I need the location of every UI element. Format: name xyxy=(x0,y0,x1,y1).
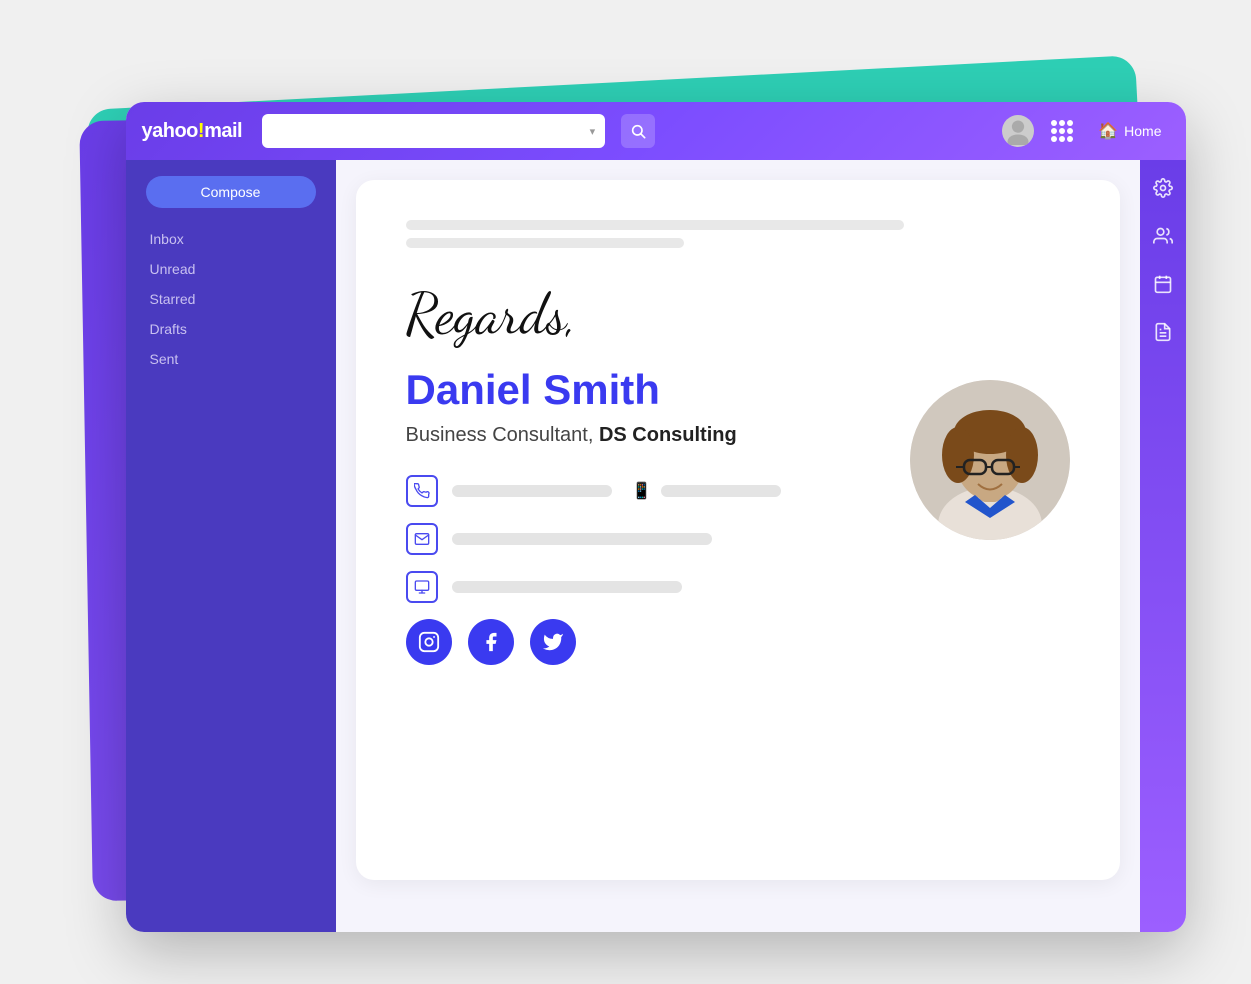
avatar[interactable] xyxy=(1002,115,1034,147)
loading-bar-1 xyxy=(406,220,904,230)
contact-website-row xyxy=(406,571,1070,603)
calendar-icon[interactable] xyxy=(1149,270,1177,298)
contacts-icon[interactable] xyxy=(1149,222,1177,250)
sidebar-item-drafts[interactable]: Drafts xyxy=(126,314,336,344)
header: yahoo!mail ▾ xyxy=(126,102,1186,160)
sidebar-item-starred[interactable]: Starred xyxy=(126,284,336,314)
sidebar: Compose Inbox Unread Starred Drafts Sent xyxy=(126,160,336,932)
sig-avatar xyxy=(910,380,1070,540)
sig-title-text: Business Consultant, xyxy=(406,424,599,446)
website-placeholder xyxy=(452,581,682,593)
right-toolbar xyxy=(1140,160,1186,932)
home-icon: 🏠 xyxy=(1098,121,1118,141)
home-label: Home xyxy=(1124,123,1161,139)
mobile-icon: 📱 xyxy=(632,481,652,501)
home-button[interactable]: 🏠 Home xyxy=(1090,117,1169,145)
phone-placeholder-1 xyxy=(452,485,612,497)
website-icon xyxy=(406,571,438,603)
phone-placeholder-2 xyxy=(661,485,781,497)
yahoo-logo: yahoo!mail xyxy=(142,120,243,143)
phone-icon xyxy=(406,475,438,507)
compose-button[interactable]: Compose xyxy=(146,176,316,208)
sidebar-item-sent[interactable]: Sent xyxy=(126,344,336,374)
email-icon xyxy=(406,523,438,555)
twitter-icon[interactable] xyxy=(530,619,576,665)
email-placeholder xyxy=(452,533,712,545)
search-bar[interactable]: ▾ xyxy=(262,114,605,148)
email-loading-bars xyxy=(406,220,1070,248)
search-button[interactable] xyxy=(621,114,655,148)
instagram-icon[interactable] xyxy=(406,619,452,665)
email-card: Regards, Daniel Smith Business Consultan… xyxy=(356,180,1120,880)
sig-company: DS Consulting xyxy=(599,424,737,446)
search-input[interactable] xyxy=(272,124,584,139)
email-content: Regards, Daniel Smith Business Consultan… xyxy=(336,160,1140,932)
chevron-down-icon: ▾ xyxy=(590,125,596,138)
social-row xyxy=(406,619,1070,665)
scene: yahoo!mail ▾ xyxy=(76,62,1176,922)
sidebar-item-unread[interactable]: Unread xyxy=(126,254,336,284)
browser-window: yahoo!mail ▾ xyxy=(126,102,1186,932)
sidebar-item-inbox[interactable]: Inbox xyxy=(126,224,336,254)
loading-bar-2 xyxy=(406,238,685,248)
notes-icon[interactable] xyxy=(1149,318,1177,346)
settings-icon[interactable] xyxy=(1149,174,1177,202)
facebook-icon[interactable] xyxy=(468,619,514,665)
main-content: Compose Inbox Unread Starred Drafts Sent… xyxy=(126,160,1186,932)
regards-text: Regards, xyxy=(406,284,1070,346)
apps-grid-icon[interactable] xyxy=(1046,115,1078,147)
